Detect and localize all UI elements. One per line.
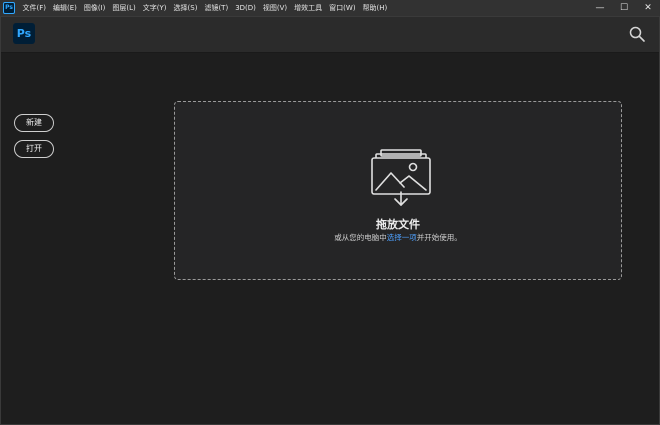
- drop-title: 拖放文件: [376, 218, 420, 231]
- menu-type[interactable]: 文字(Y): [139, 0, 170, 16]
- drop-desc-after: 并开始使用。: [416, 233, 462, 242]
- menu-plugins[interactable]: 增效工具: [291, 0, 326, 16]
- close-button[interactable]: ✕: [636, 0, 660, 16]
- menu-help[interactable]: 帮助(H): [359, 0, 391, 16]
- window-controls: — ☐ ✕: [588, 0, 660, 16]
- search-button[interactable]: [628, 25, 646, 43]
- app-icon[interactable]: Ps: [3, 2, 15, 14]
- menu-bar: Ps 文件(F) 编辑(E) 图像(I) 图层(L) 文字(Y) 选择(S) 滤…: [0, 0, 660, 16]
- open-file-button[interactable]: 打开: [14, 140, 54, 158]
- photoshop-logo[interactable]: Ps: [13, 23, 35, 44]
- image-drop-icon: [371, 149, 431, 206]
- drop-desc-before: 或从您的电脑中: [334, 233, 387, 242]
- maximize-button[interactable]: ☐: [612, 0, 636, 16]
- search-icon: [629, 26, 645, 42]
- drop-description: 或从您的电脑中选择一项并开始使用。: [175, 232, 621, 243]
- new-file-button[interactable]: 新建: [14, 114, 54, 132]
- menu-layer[interactable]: 图层(L): [109, 0, 139, 16]
- menu-window[interactable]: 窗口(W): [326, 0, 359, 16]
- file-drop-zone[interactable]: 拖放文件 或从您的电脑中选择一项并开始使用。: [174, 101, 622, 280]
- menu-3d[interactable]: 3D(D): [232, 0, 260, 16]
- menu-view[interactable]: 视图(V): [259, 0, 290, 16]
- menu-edit[interactable]: 编辑(E): [50, 0, 81, 16]
- menu-filter[interactable]: 滤镜(T): [201, 0, 232, 16]
- select-file-link[interactable]: 选择一项: [387, 233, 417, 242]
- menu-image[interactable]: 图像(I): [80, 0, 109, 16]
- minimize-button[interactable]: —: [588, 0, 612, 16]
- app-header: Ps: [0, 16, 660, 53]
- menu-file[interactable]: 文件(F): [19, 0, 50, 16]
- menu-select[interactable]: 选择(S): [170, 0, 201, 16]
